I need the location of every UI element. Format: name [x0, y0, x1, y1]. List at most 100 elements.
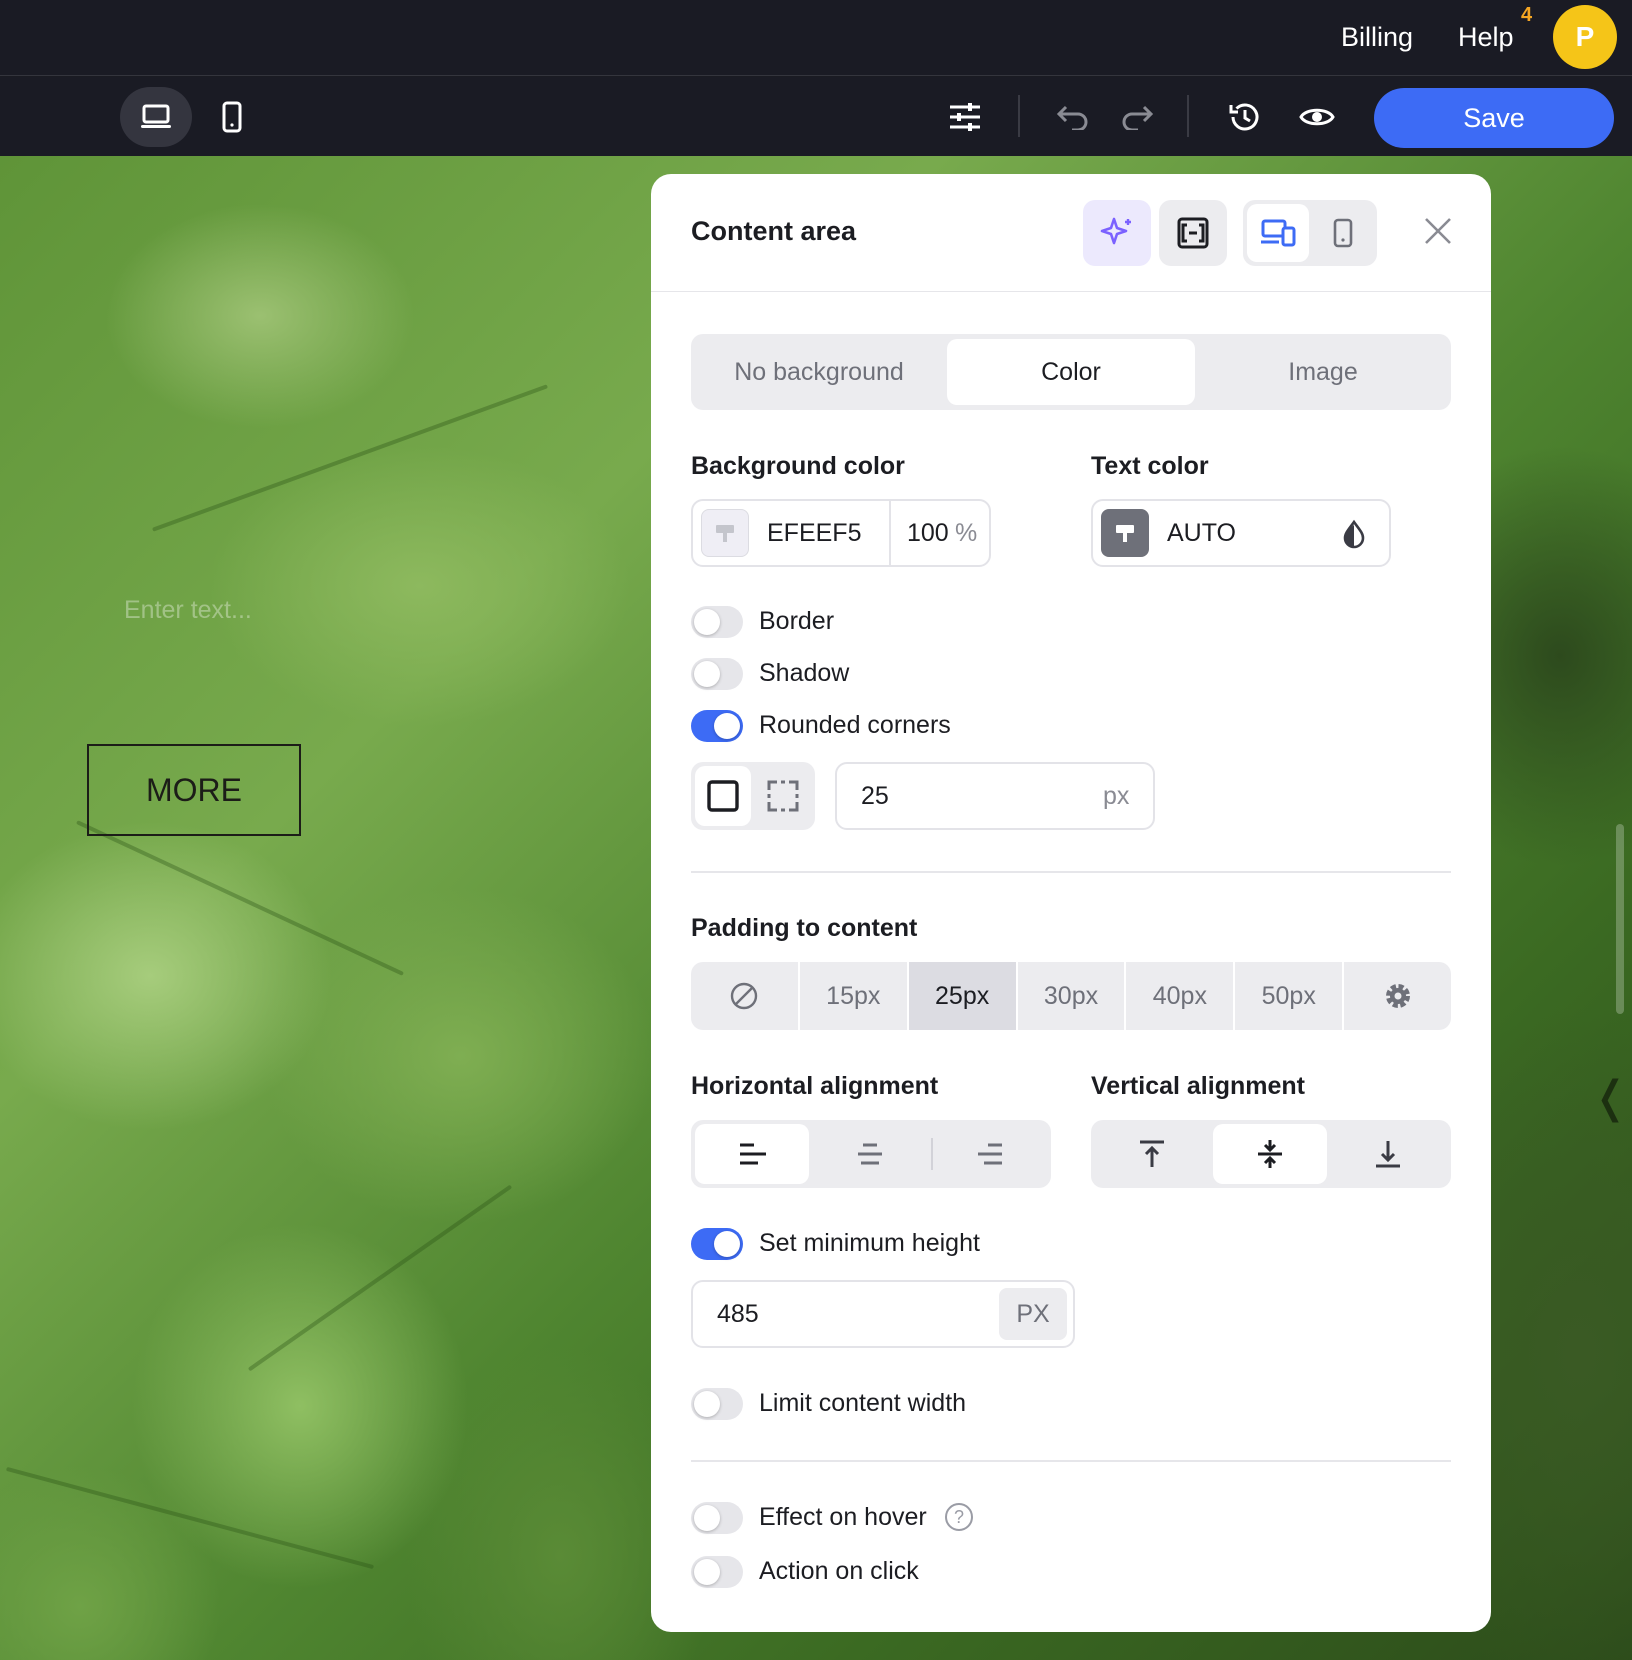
- device-toggle-group: [1243, 200, 1377, 266]
- more-button[interactable]: MORE: [87, 744, 301, 836]
- preview-button[interactable]: [1292, 87, 1342, 147]
- padding-30-button[interactable]: 30px: [1017, 962, 1125, 1030]
- align-bottom-button[interactable]: [1331, 1124, 1445, 1184]
- background-color-label: Background color: [691, 452, 905, 480]
- desktop-icon: [141, 104, 171, 128]
- chevron-left-icon[interactable]: ❬: [1592, 1072, 1629, 1123]
- layout-button[interactable]: [1159, 200, 1227, 266]
- text-placeholder[interactable]: Enter text...: [124, 596, 252, 625]
- desktop-settings-button[interactable]: [1247, 204, 1309, 262]
- leaf-vein: [151, 384, 549, 532]
- padding-25-button[interactable]: 25px: [908, 962, 1016, 1030]
- align-right-button[interactable]: [933, 1124, 1047, 1184]
- min-height-value[interactable]: 485: [717, 1300, 759, 1329]
- padding-label: Padding to content: [691, 914, 918, 942]
- limit-width-label: Limit content width: [759, 1389, 967, 1417]
- individual-corners-button[interactable]: [755, 766, 811, 826]
- background-type-tabs: No background Color Image: [691, 334, 1451, 410]
- corner-radius-input[interactable]: 25 px: [835, 762, 1155, 830]
- padding-none-button[interactable]: [691, 962, 798, 1030]
- undo-icon: [1056, 105, 1088, 130]
- uniform-corners-button[interactable]: [695, 766, 751, 826]
- section-divider: [691, 871, 1451, 873]
- sparkle-icon: [1100, 217, 1131, 245]
- opacity-unit: %: [955, 519, 978, 547]
- align-left-icon: [740, 1143, 766, 1165]
- padding-15-button[interactable]: 15px: [799, 962, 907, 1030]
- ai-assist-button[interactable]: [1083, 200, 1151, 266]
- tab-color[interactable]: Color: [947, 339, 1195, 405]
- input-divider: [889, 501, 891, 565]
- rounded-corners-toggle[interactable]: [691, 710, 743, 742]
- redo-icon: [1122, 105, 1154, 130]
- min-height-unit[interactable]: PX: [999, 1288, 1067, 1340]
- align-center-button[interactable]: [813, 1124, 927, 1184]
- leaf-vein: [5, 1466, 375, 1570]
- content-area-panel: Content area No background Color Image B…: [651, 174, 1491, 1632]
- corner-radius-value[interactable]: 25: [861, 782, 889, 811]
- save-button[interactable]: Save: [1374, 88, 1614, 148]
- min-height-input[interactable]: 485 PX: [691, 1280, 1075, 1348]
- contrast-drop-icon[interactable]: [1341, 519, 1367, 549]
- horizontal-alignment-label: Horizontal alignment: [691, 1072, 939, 1100]
- toolbar-divider: [1187, 95, 1189, 137]
- text-color-swatch[interactable]: [1101, 509, 1149, 557]
- canvas-scrollbar[interactable]: [1616, 824, 1624, 1014]
- corner-mode-group: [691, 762, 815, 830]
- tab-no-background[interactable]: No background: [695, 339, 943, 405]
- top-bar: Billing Help 4 P: [0, 0, 1632, 76]
- corner-radius-unit: px: [1103, 782, 1130, 810]
- text-color-input: AUTO: [1091, 499, 1391, 567]
- click-action-label: Action on click: [759, 1557, 919, 1585]
- background-color-swatch[interactable]: [701, 509, 749, 557]
- hover-effect-label: Effect on hover: [759, 1503, 927, 1531]
- tab-image[interactable]: Image: [1199, 339, 1447, 405]
- layout-icon: [1177, 217, 1209, 249]
- close-icon: [1425, 218, 1451, 244]
- align-middle-button[interactable]: [1213, 1124, 1327, 1184]
- mobile-icon: [222, 101, 242, 133]
- padding-40-button[interactable]: 40px: [1126, 962, 1234, 1030]
- min-height-toggle[interactable]: [691, 1228, 743, 1260]
- align-right-icon: [978, 1143, 1002, 1165]
- help-link[interactable]: Help: [1458, 20, 1514, 54]
- align-center-icon: [858, 1143, 882, 1165]
- gear-icon: [1385, 984, 1410, 1008]
- close-button[interactable]: [1413, 206, 1463, 256]
- background-hex-value[interactable]: EFEEF5: [767, 519, 861, 548]
- padding-50-button[interactable]: 50px: [1235, 962, 1343, 1030]
- shadow-toggle[interactable]: [691, 658, 743, 690]
- text-color-label: Text color: [1091, 452, 1209, 480]
- mobile-settings-button[interactable]: [1313, 204, 1373, 262]
- hover-effect-toggle[interactable]: [691, 1502, 743, 1534]
- undo-button[interactable]: [1048, 87, 1098, 147]
- help-icon[interactable]: ?: [945, 1503, 973, 1531]
- avatar[interactable]: P: [1553, 5, 1617, 69]
- limit-width-toggle[interactable]: [691, 1388, 743, 1420]
- section-divider: [691, 1460, 1451, 1462]
- shadow-label: Shadow: [759, 659, 850, 687]
- sliders-icon: [950, 103, 980, 131]
- border-toggle[interactable]: [691, 606, 743, 638]
- vertical-alignment-label: Vertical alignment: [1091, 1072, 1305, 1100]
- corners-icon: [767, 780, 799, 812]
- align-left-button[interactable]: [695, 1124, 809, 1184]
- panel-header: Content area: [651, 174, 1491, 292]
- leaf-vein: [247, 1184, 513, 1372]
- padding-custom-button[interactable]: [1344, 962, 1451, 1030]
- border-label: Border: [759, 607, 835, 635]
- align-top-button[interactable]: [1095, 1124, 1209, 1184]
- billing-link[interactable]: Billing: [1341, 20, 1413, 54]
- background-opacity-value[interactable]: 100: [907, 519, 949, 548]
- mobile-view-button[interactable]: [212, 87, 252, 147]
- padding-options: 15px 25px 30px 40px 50px: [691, 962, 1451, 1030]
- text-color-value[interactable]: AUTO: [1167, 519, 1236, 548]
- redo-button[interactable]: [1112, 87, 1162, 147]
- none-icon: [731, 982, 758, 1010]
- horizontal-alignment-group: [691, 1120, 1051, 1188]
- history-icon: [1229, 103, 1259, 131]
- settings-sliders-button[interactable]: [940, 87, 990, 147]
- click-action-toggle[interactable]: [691, 1556, 743, 1588]
- history-button[interactable]: [1220, 87, 1270, 147]
- desktop-view-button[interactable]: [120, 87, 192, 147]
